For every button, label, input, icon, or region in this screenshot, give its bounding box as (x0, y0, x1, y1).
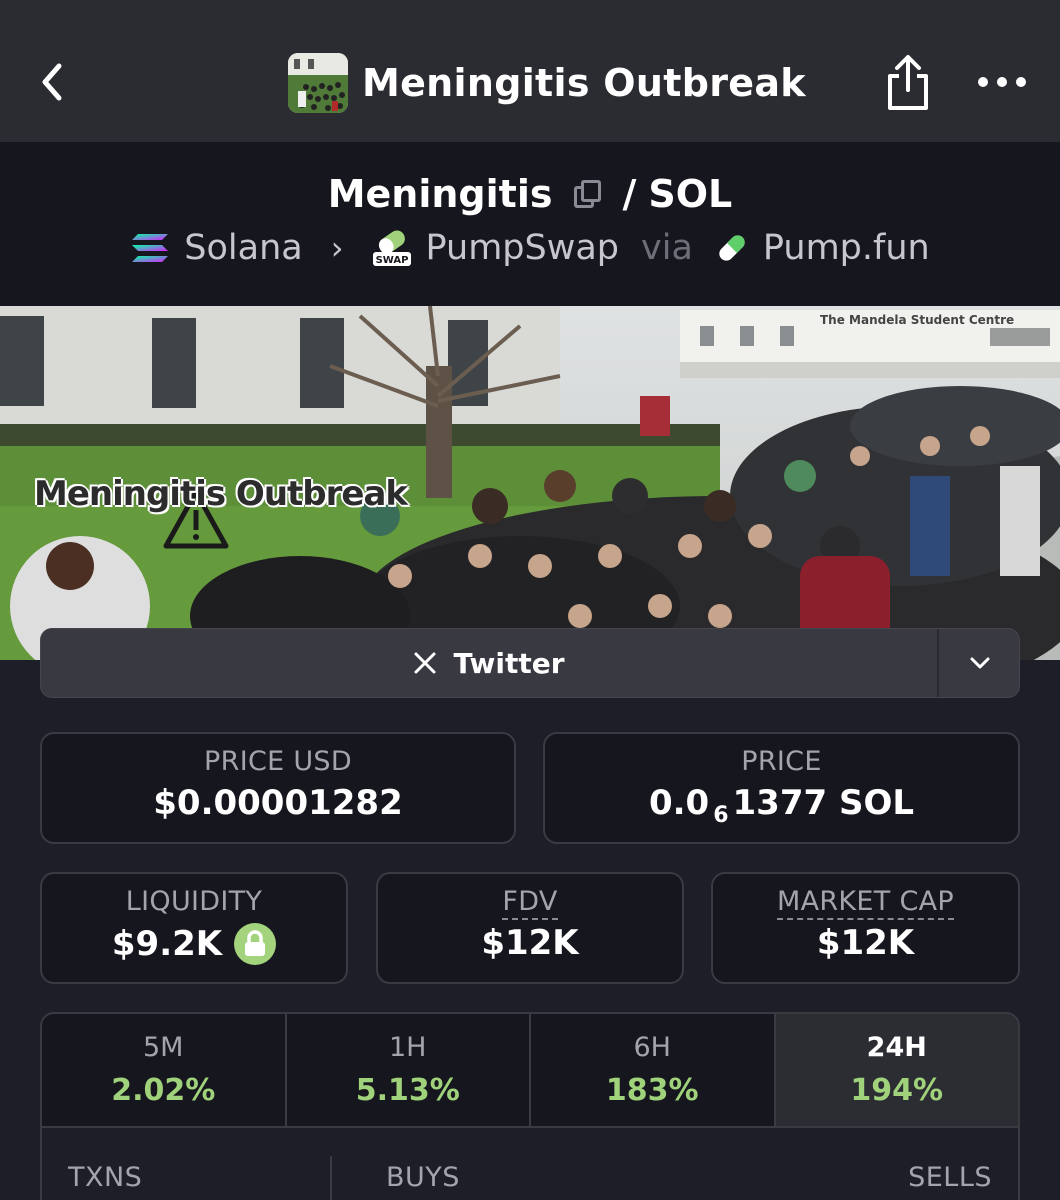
price-change: 2.02% (111, 1073, 216, 1108)
tab-5m[interactable]: 5M 2.02% (42, 1014, 287, 1126)
social-dropdown-toggle[interactable] (939, 629, 1021, 697)
page-title: Meningitis Outbreak (362, 61, 806, 105)
launchpad-name[interactable]: Pump.fun (763, 228, 930, 268)
price-change: 194% (850, 1073, 944, 1108)
banner-caption: Meningitis Outbreak (34, 474, 408, 514)
dex-name[interactable]: PumpSwap (426, 228, 620, 268)
tab-6h[interactable]: 6H 183% (531, 1014, 776, 1126)
token-banner-image: The Mandela Student Centre Meningitis Ou… (0, 306, 1060, 660)
price-usd-label: PRICE USD (204, 746, 352, 777)
price-prefix: 0.0 (648, 783, 710, 823)
tab-1h[interactable]: 1H 5.13% (286, 1014, 531, 1126)
liquidity-value-row: $9.2K (42, 923, 346, 965)
market-cap-label: MARKET CAP (713, 886, 1018, 920)
chain-name[interactable]: Solana (184, 228, 302, 268)
tab-label: 5M (143, 1032, 184, 1063)
price-zero-count: 6 (713, 802, 729, 828)
txns-label: TXNS (68, 1162, 143, 1193)
building-sign: The Mandela Student Centre (820, 313, 1015, 327)
price-native-value: 0.0 6 1377 SOL (545, 783, 1018, 828)
lock-icon[interactable] (234, 923, 277, 965)
market-cap-value: $12K (816, 923, 915, 963)
top-nav-bar: Meningitis Outbreak (0, 0, 1060, 142)
market-cap-card[interactable]: MARKET CAP $12K (711, 872, 1020, 984)
solana-icon (132, 234, 169, 262)
buys-label: BUYS (386, 1162, 460, 1193)
fdv-label: FDV (378, 886, 682, 920)
pumpswap-icon: SWAP (372, 230, 411, 266)
more-options-button[interactable] (978, 70, 1026, 94)
divider (330, 1156, 332, 1200)
price-suffix: 1377 SOL (732, 783, 915, 823)
txns-row: TXNS BUYS SELLS (40, 1126, 1020, 1200)
quote-token: SOL (648, 172, 733, 216)
chevron-down-icon (970, 657, 990, 669)
fdv-card[interactable]: FDV $12K (376, 872, 684, 984)
social-links-row: Twitter (40, 628, 1020, 698)
back-button[interactable] (34, 60, 70, 104)
fdv-value: $12K (481, 923, 579, 963)
copy-icon[interactable] (572, 178, 602, 210)
twitter-label: Twitter (453, 646, 565, 680)
pair-header: Meningitis / SOL Solana › SWAP PumpSwap … (0, 142, 1060, 306)
liquidity-label: LIQUIDITY (125, 886, 263, 917)
route-line: Solana › SWAP PumpSwap via Pump.fun (0, 228, 1060, 268)
timeframe-tabs: 5M 2.02% 1H 5.13% 6H 183% 24H 194% (40, 1012, 1020, 1128)
tab-label: 6H (633, 1032, 671, 1063)
share-icon (888, 55, 928, 110)
via-label: via (641, 228, 693, 268)
swap-badge-text: SWAP (375, 255, 408, 266)
price-usd-value: $0.00001282 (153, 783, 403, 823)
liquidity-card: LIQUIDITY $9.2K (40, 872, 348, 984)
base-token: Meningitis (327, 172, 553, 216)
price-native-card: PRICE 0.0 6 1377 SOL (543, 732, 1020, 844)
token-title: Meningitis Outbreak (288, 52, 806, 114)
tab-24h[interactable]: 24H 194% (775, 1014, 1018, 1126)
pill-icon (719, 235, 745, 261)
tab-label: 1H (389, 1032, 427, 1063)
price-change: 183% (605, 1073, 699, 1108)
more-icon (978, 77, 988, 87)
back-chevron-icon (42, 63, 62, 101)
price-native-label: PRICE (741, 746, 822, 777)
token-thumbnail (288, 53, 348, 113)
twitter-button[interactable]: Twitter (41, 629, 937, 697)
price-change: 5.13% (355, 1073, 460, 1108)
pair-line: Meningitis / SOL (0, 172, 1060, 216)
tab-label: 24H (866, 1032, 927, 1063)
route-chevron-icon: › (330, 229, 344, 267)
sells-label: SELLS (908, 1162, 992, 1193)
x-icon (414, 652, 436, 674)
price-usd-card: PRICE USD $0.00001282 (40, 732, 516, 844)
share-button[interactable] (884, 54, 932, 112)
liquidity-value: $9.2K (111, 924, 223, 964)
pair-separator: / (622, 172, 637, 216)
